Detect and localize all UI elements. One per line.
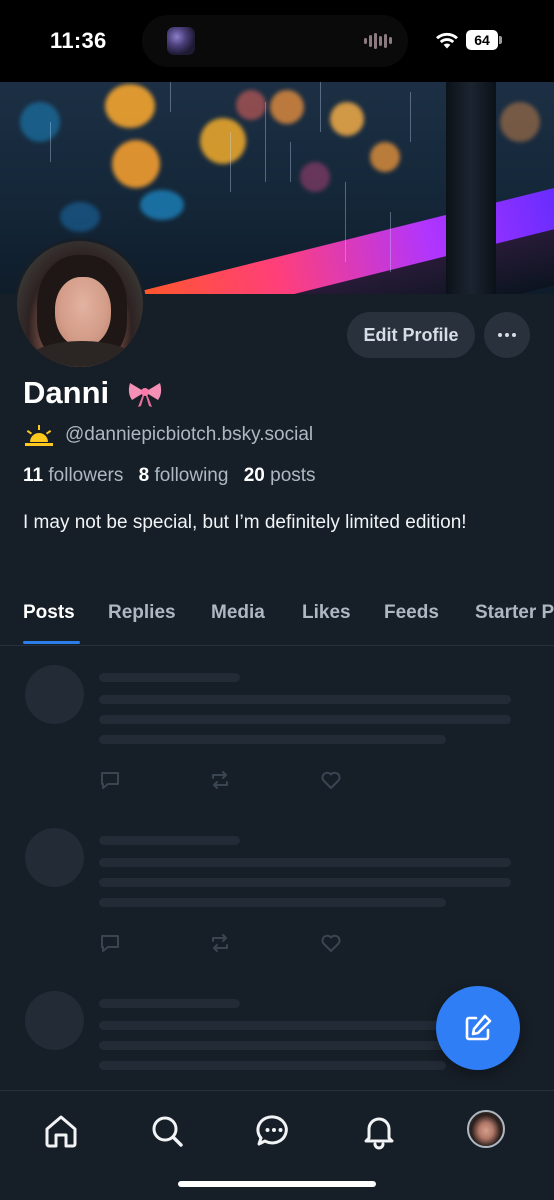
ribbon-bow-icon bbox=[128, 383, 162, 407]
more-options-button[interactable] bbox=[484, 312, 530, 358]
home-icon[interactable] bbox=[41, 1111, 81, 1151]
now-playing-artwork bbox=[167, 27, 195, 55]
ellipsis-icon bbox=[498, 333, 502, 337]
status-bar: 11:36 64 bbox=[0, 0, 554, 82]
battery-level: 64 bbox=[466, 30, 498, 50]
profile-tabs: Posts Replies Media Likes Feeds Starter … bbox=[0, 596, 554, 646]
tab-likes[interactable]: Likes bbox=[302, 602, 351, 624]
posts-stat: 20 posts bbox=[244, 465, 316, 486]
posts-count: 20 bbox=[243, 465, 265, 486]
window-frame bbox=[446, 82, 496, 294]
like-icon bbox=[321, 771, 341, 789]
tab-starter-packs[interactable]: Starter Packs bbox=[475, 602, 554, 624]
edit-profile-button[interactable]: Edit Profile bbox=[347, 312, 475, 358]
wifi-icon bbox=[436, 32, 458, 49]
repost-icon bbox=[212, 934, 228, 952]
tab-posts[interactable]: Posts bbox=[23, 602, 75, 624]
compose-post-button[interactable] bbox=[436, 986, 520, 1070]
profile-stats: 11 followers 8 following 20 posts bbox=[23, 465, 316, 487]
user-handle: @danniepicbiotch.bsky.social bbox=[65, 424, 314, 445]
post-skeleton bbox=[0, 665, 554, 825]
dynamic-island bbox=[142, 15, 408, 67]
display-name: Danni bbox=[23, 375, 110, 410]
following-label: following bbox=[154, 465, 229, 486]
notifications-bell-icon[interactable] bbox=[359, 1111, 399, 1151]
like-icon bbox=[321, 934, 341, 952]
followers-count: 11 bbox=[23, 465, 44, 486]
reply-icon bbox=[101, 935, 119, 952]
battery-tip bbox=[499, 36, 502, 44]
profile-screen: 11:36 64 Edit Profile Danni @danniepicbi… bbox=[0, 0, 554, 1200]
status-time: 11:36 bbox=[50, 28, 107, 53]
chat-icon[interactable] bbox=[254, 1111, 294, 1151]
followers-label: followers bbox=[48, 465, 124, 486]
tab-media[interactable]: Media bbox=[211, 602, 265, 624]
posts-label: posts bbox=[270, 465, 316, 486]
home-indicator[interactable] bbox=[178, 1181, 376, 1187]
profile-bio: I may not be special, but I’m definitely… bbox=[23, 512, 467, 533]
following-link[interactable]: 8 following bbox=[139, 465, 229, 486]
reply-icon bbox=[101, 772, 119, 789]
audio-waveform-icon bbox=[364, 32, 394, 50]
profile-nav-avatar[interactable] bbox=[467, 1110, 505, 1148]
repost-icon bbox=[212, 771, 228, 789]
sunrise-icon bbox=[25, 425, 53, 446]
following-count: 8 bbox=[138, 465, 150, 486]
post-skeleton bbox=[0, 828, 554, 988]
tab-feeds[interactable]: Feeds bbox=[384, 602, 439, 624]
active-tab-indicator bbox=[23, 641, 80, 644]
tab-replies[interactable]: Replies bbox=[108, 602, 176, 624]
followers-link[interactable]: 11 followers bbox=[23, 465, 123, 486]
profile-avatar[interactable] bbox=[14, 238, 146, 370]
battery-indicator: 64 bbox=[466, 30, 502, 50]
search-icon[interactable] bbox=[147, 1111, 187, 1151]
compose-icon bbox=[465, 1014, 492, 1041]
